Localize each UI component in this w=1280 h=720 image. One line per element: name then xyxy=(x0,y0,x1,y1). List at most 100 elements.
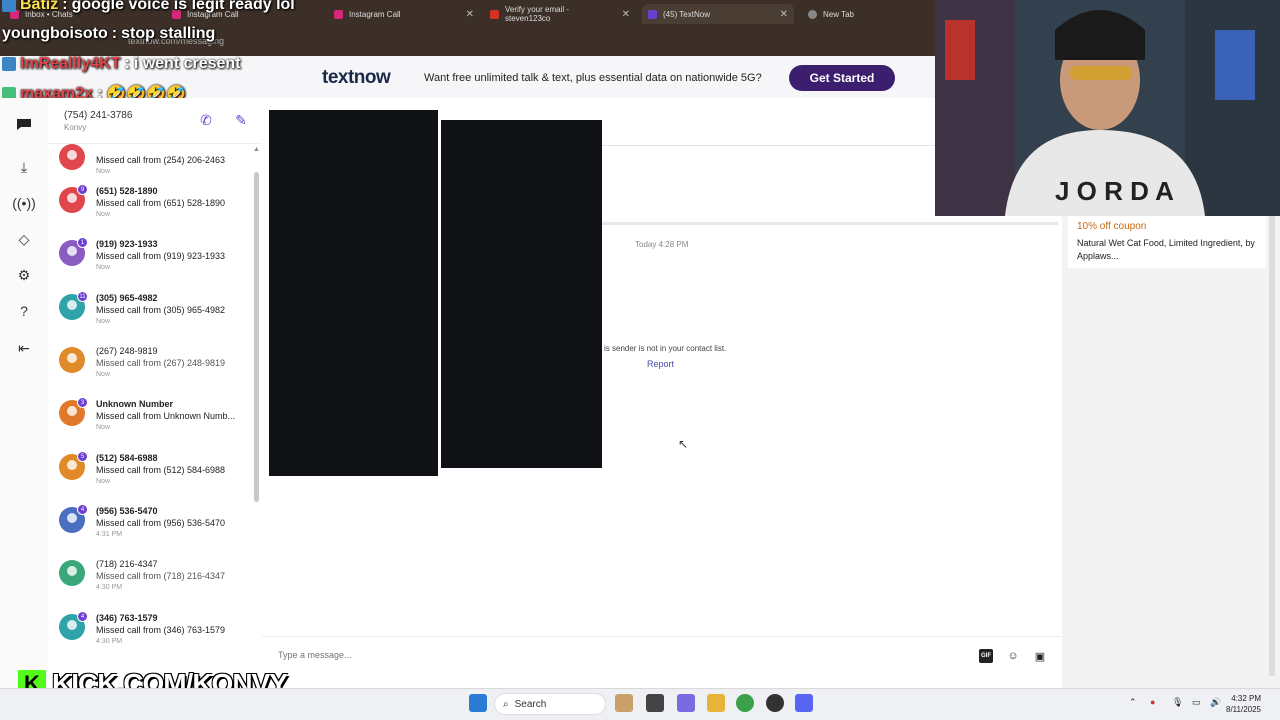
volume-icon[interactable]: 🔊 xyxy=(1210,697,1221,708)
tab-instagram-call-2[interactable]: Instagram Call ✕ xyxy=(328,4,480,24)
microphone-icon[interactable]: 🎙 xyxy=(1172,697,1183,708)
unread-count-badge: 1 xyxy=(77,237,88,248)
taskbar-clock[interactable]: 4:32 PM 8/11/2025 xyxy=(1226,693,1261,715)
task-view-icon[interactable] xyxy=(646,694,664,712)
chrome-icon[interactable] xyxy=(736,694,754,712)
logout-icon[interactable]: ⇤ xyxy=(14,338,34,358)
tab-label: Verify your email - steven123co xyxy=(505,5,570,23)
svg-text:J O R D A: J O R D A xyxy=(1055,176,1174,206)
get-started-button[interactable]: Get Started xyxy=(789,65,895,91)
conversation-item[interactable]: 3 Unknown Number Missed call from Unknow… xyxy=(48,387,252,440)
tab-verify-email[interactable]: Verify your email - steven123co ✕ xyxy=(484,4,636,24)
settings-gear-icon[interactable]: ⚙ xyxy=(14,265,34,285)
close-tab-icon[interactable]: ✕ xyxy=(780,9,788,20)
avatar xyxy=(59,347,85,373)
conversation-time: Now xyxy=(96,371,111,378)
clock-time: 4:32 PM xyxy=(1231,694,1261,703)
emoji-icon[interactable]: ☺ xyxy=(1006,649,1020,663)
avatar: 9 xyxy=(59,184,88,213)
conversation-preview: Missed call from (267) 248-9819 xyxy=(96,358,226,368)
conversation-item[interactable]: 4 (956) 536-5470 Missed call from (956) … xyxy=(48,494,252,547)
widgets-icon[interactable] xyxy=(615,694,633,712)
help-icon[interactable]: ? xyxy=(14,301,34,321)
wireless-icon[interactable]: ((•)) xyxy=(12,193,36,213)
conversation-preview: Missed call from (956) 536-5470 xyxy=(96,518,226,528)
conversation-name: (718) 216-4347 xyxy=(96,559,158,569)
conversation-list: Missed call from (254) 206-2463 Now 9 (6… xyxy=(48,144,262,654)
download-icon[interactable]: ⤓ xyxy=(14,157,34,177)
unread-count-badge: 9 xyxy=(77,184,88,195)
network-icon[interactable]: ▭ xyxy=(1192,697,1201,708)
ad-product-text: Natural Wet Cat Food, Limited Ingredient… xyxy=(1077,238,1255,261)
conversation-item[interactable]: 5 (512) 584-6988 Missed call from (512) … xyxy=(48,441,252,494)
dialpad-call-icon[interactable]: ✆ xyxy=(196,110,216,130)
tab-textnow[interactable]: (45) TextNow ✕ xyxy=(642,4,794,24)
tray-chevron-icon[interactable]: ⌃ xyxy=(1129,697,1137,708)
conversation-preview: Missed call from (512) 584-6988 xyxy=(96,465,226,475)
conversation-time: 4:30 PM xyxy=(96,584,123,591)
conversation-time: Now xyxy=(96,211,111,218)
conversation-time: 4:30 PM xyxy=(96,638,123,645)
close-tab-icon[interactable]: ✕ xyxy=(466,9,474,20)
conversation-preview: Missed call from (718) 216-4347 xyxy=(96,571,226,581)
conversation-preview: Missed call from (254) 206-2463 xyxy=(96,155,226,165)
conversation-name: (651) 528-1890 xyxy=(96,186,158,196)
redacted-image xyxy=(441,120,602,468)
close-tab-icon[interactable]: ✕ xyxy=(622,9,630,20)
avatar xyxy=(59,144,85,170)
conversation-item[interactable]: (718) 216-4347 Missed call from (718) 21… xyxy=(48,547,252,600)
conversation-item[interactable]: (267) 248-9819 Missed call from (267) 24… xyxy=(48,334,252,387)
unread-count-badge: 3 xyxy=(77,397,88,408)
chat-username: ImReallly4KT xyxy=(20,55,121,72)
conversation-item[interactable]: 1 (919) 923-1933 Missed call from (919) … xyxy=(48,227,252,280)
message-composer xyxy=(262,636,1062,688)
tab-new-tab[interactable]: New Tab xyxy=(802,4,922,24)
conversation-preview: Missed call from (305) 965-4982 xyxy=(96,305,226,315)
messages-icon[interactable] xyxy=(14,114,34,134)
avatar: 3 xyxy=(59,397,88,426)
textnow-logo: textnow xyxy=(322,67,391,88)
redacted-image xyxy=(269,110,438,476)
discord-icon[interactable] xyxy=(795,694,813,712)
webcam-overlay: J O R D A xyxy=(935,0,1280,216)
page-scrollbar[interactable] xyxy=(1269,216,1275,676)
unread-count-badge: 11 xyxy=(77,291,88,302)
conversation-item[interactable]: 9 (651) 528-1890 Missed call from (651) … xyxy=(48,174,252,227)
chat-username: youngboisoto xyxy=(2,25,108,42)
conversation-name: (512) 584-6988 xyxy=(96,453,158,463)
chat-separator: : xyxy=(124,55,130,72)
globe-icon xyxy=(808,9,817,19)
chat-text: i went cresent xyxy=(133,55,241,72)
conversation-item[interactable]: 4 (346) 763-1579 Missed call from (346) … xyxy=(48,601,252,654)
compose-icon[interactable]: ✎ xyxy=(231,110,251,130)
conversation-item[interactable]: 11 (305) 965-4982 Missed call from (305)… xyxy=(48,281,252,334)
gif-icon[interactable]: GIF xyxy=(979,649,993,663)
conversation-preview: Missed call from (651) 528-1890 xyxy=(96,198,226,208)
taskbar-search[interactable]: ⌕ Search xyxy=(494,693,606,715)
conversation-name: (346) 763-1579 xyxy=(96,613,158,623)
conversation-name: (956) 536-5470 xyxy=(96,506,158,516)
search-icon: ⌕ xyxy=(503,698,509,710)
scroll-up-arrow-icon[interactable]: ▲ xyxy=(253,146,260,153)
windows-start-icon[interactable] xyxy=(469,694,487,712)
conversation-name: (919) 923-1933 xyxy=(96,239,158,249)
conversation-time: 4:31 PM xyxy=(96,531,123,538)
file-explorer-icon[interactable] xyxy=(707,694,725,712)
gmail-icon xyxy=(490,9,499,19)
conversation-list-scrollbar[interactable] xyxy=(254,172,259,502)
copilot-icon[interactable] xyxy=(677,694,695,712)
account-phone-number: (754) 241-3786 xyxy=(64,110,133,121)
avatar: 4 xyxy=(59,504,88,533)
message-input[interactable] xyxy=(278,650,878,660)
unread-count-badge: 4 xyxy=(77,611,88,622)
subscriber-badge-icon xyxy=(2,0,16,12)
tray-app-icon[interactable]: ● xyxy=(1150,697,1155,707)
textnow-icon xyxy=(648,9,657,19)
promo-text: Want free unlimited talk & text, plus es… xyxy=(424,72,762,84)
report-link[interactable]: Report xyxy=(647,359,674,369)
image-attach-icon[interactable]: ▣ xyxy=(1033,649,1047,663)
obs-icon[interactable] xyxy=(766,694,784,712)
chat-message: youngboisoto: stop stalling xyxy=(2,25,215,43)
tag-icon[interactable]: ◇ xyxy=(14,229,34,249)
tab-label: New Tab xyxy=(823,9,854,19)
